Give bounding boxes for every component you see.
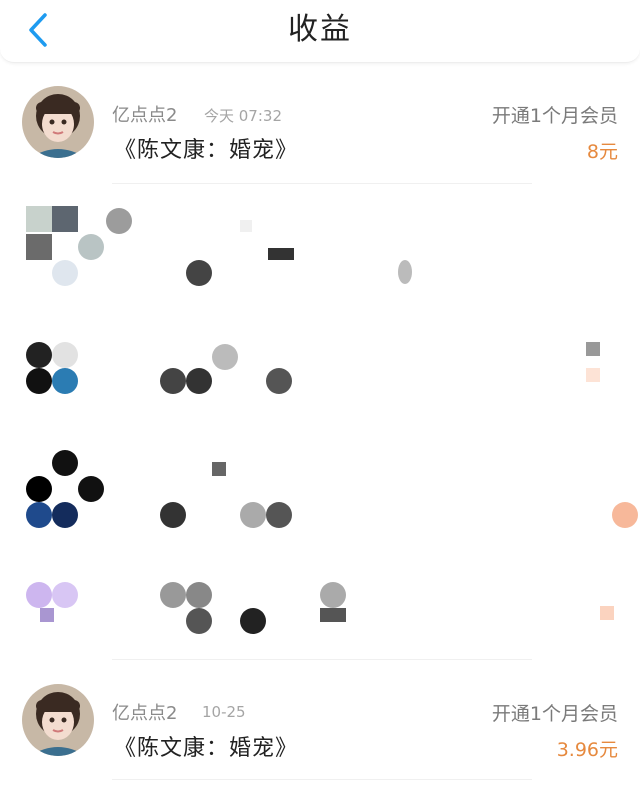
avatar xyxy=(22,684,94,756)
book-title: 《陈文康：婚宠》 xyxy=(114,736,299,761)
earning-record[interactable]: 亿点点2 今天 07:32 《陈文康：婚宠》 开通1个月会员 8元 xyxy=(0,72,640,190)
page-title: 收益 xyxy=(288,12,352,47)
user-name: 亿点点2 xyxy=(112,703,178,724)
record-description: 开通1个月会员 xyxy=(491,105,618,127)
record-amount: 3.96元 xyxy=(556,739,618,761)
record-description: 开通1个月会员 xyxy=(491,703,618,725)
divider xyxy=(112,779,532,780)
divider xyxy=(112,183,532,184)
earning-record[interactable]: 亿点点2 10-25 《陈文康：婚宠》 开通1个月会员 3.96元 xyxy=(0,670,640,788)
book-title: 《陈文康：婚宠》 xyxy=(114,138,299,163)
divider xyxy=(112,659,532,660)
obscured-record xyxy=(0,446,640,564)
record-amount: 8元 xyxy=(586,141,618,163)
obscured-record xyxy=(0,562,640,680)
obscured-record xyxy=(0,200,640,318)
user-name: 亿点点2 xyxy=(112,105,178,126)
obscured-record xyxy=(0,330,640,448)
avatar xyxy=(22,86,94,158)
record-time: 10-25 xyxy=(202,703,246,721)
record-time: 今天 07:32 xyxy=(204,107,282,125)
top-bar: 收益 xyxy=(0,0,640,63)
